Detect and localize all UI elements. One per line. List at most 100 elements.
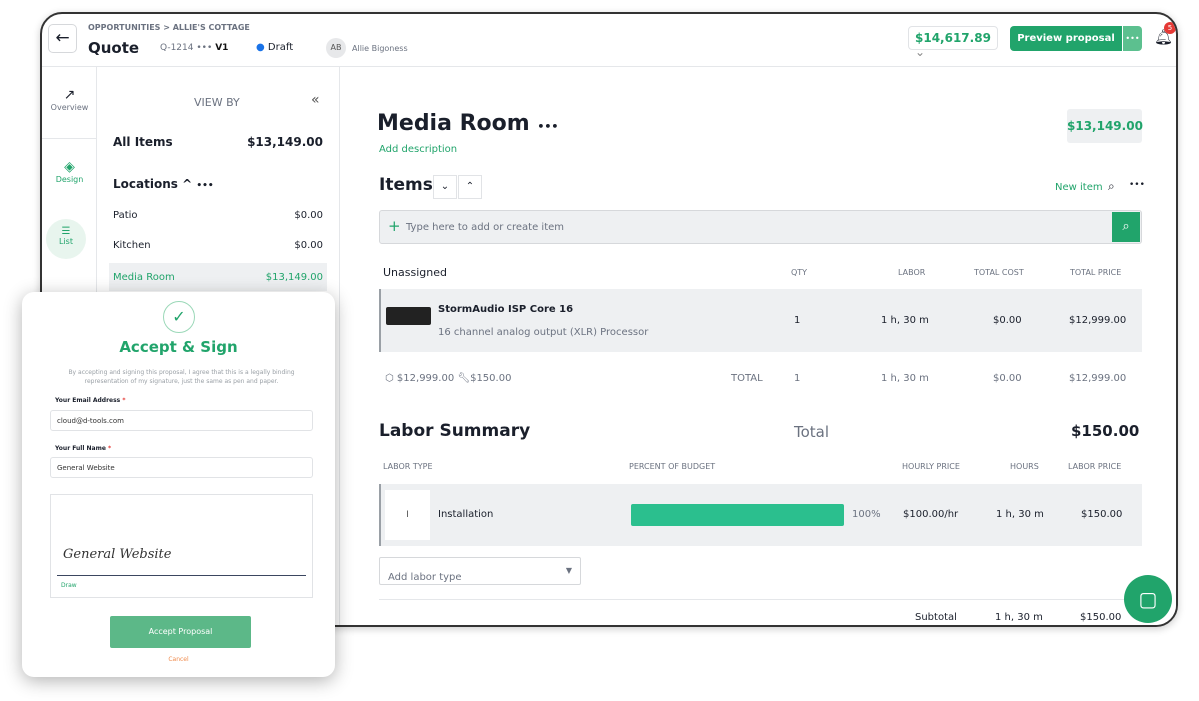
draw-tab[interactable]: Draw	[61, 582, 77, 589]
layers-icon: ◈	[64, 159, 75, 175]
status-dot-icon: ●	[256, 42, 265, 53]
labor-hourly: $100.00/hr	[903, 509, 959, 520]
location-media-room[interactable]: Media Room $13,149.00	[109, 263, 327, 291]
nav-label: Overview	[50, 103, 89, 112]
total-dropdown[interactable]: $14,617.89 ⌄	[908, 26, 998, 59]
location-patio[interactable]: Patio $0.00	[97, 210, 339, 221]
all-items-label: All Items	[113, 135, 173, 149]
room-title-block: Media Room •••	[377, 111, 558, 136]
version: V1	[215, 43, 229, 53]
col-total-price: TOTAL PRICE	[1070, 268, 1122, 277]
email-label: Your Email Address *	[55, 397, 125, 404]
item-labor: 1 h, 30 m	[881, 315, 929, 326]
status-badge: ● Draft	[256, 42, 293, 53]
nav-list[interactable]: ☰ List	[46, 219, 86, 259]
chevron-down-icon: ⌄	[915, 45, 926, 59]
header: ← OPPORTUNITIES > ALLIE'S COTTAGE Quote …	[42, 14, 1176, 67]
location-kitchen[interactable]: Kitchen $0.00	[97, 240, 339, 251]
search-icon[interactable]: ⌕	[1108, 179, 1115, 194]
budget-bar-track	[631, 504, 844, 526]
nav-design[interactable]: ◈ Design	[42, 159, 97, 184]
accept-proposal-button[interactable]: Accept Proposal	[110, 616, 251, 648]
subtotal-hours: 1 h, 30 m	[995, 612, 1043, 623]
all-items-row[interactable]: All Items $13,149.00	[97, 135, 339, 149]
location-value: $0.00	[294, 240, 323, 251]
room-more-button[interactable]: •••	[537, 120, 558, 133]
summary-product: $12,999.00	[396, 373, 455, 384]
item-qty: 1	[794, 315, 801, 326]
budget-bar-fill	[631, 504, 844, 526]
collapse-icon[interactable]: «	[311, 92, 320, 108]
chevron-up-icon[interactable]: ^	[182, 177, 192, 191]
item-name: StormAudio ISP Core 16	[438, 304, 574, 315]
table-row[interactable]: StormAudio ISP Core 16 16 channel analog…	[379, 289, 1142, 352]
divider	[379, 599, 1142, 600]
add-description-link[interactable]: Add description	[379, 144, 457, 155]
group-label: Unassigned	[383, 266, 447, 279]
col-hourly: HOURLY PRICE	[902, 462, 960, 471]
labor-total-value: $150.00	[1071, 422, 1140, 440]
cancel-link[interactable]: Cancel	[22, 656, 335, 663]
expand-all-button[interactable]: ⌄	[433, 175, 457, 199]
col-hours: HOURS	[1010, 462, 1039, 471]
new-item-link[interactable]: New item	[1055, 182, 1103, 193]
back-button[interactable]: ←	[48, 24, 77, 53]
locations-header[interactable]: Locations ^ •••	[113, 177, 214, 191]
locations-more-button[interactable]: •••	[196, 181, 213, 191]
location-name: Media Room	[113, 271, 175, 283]
quote-id: Q-1214 ••• V1	[160, 43, 228, 53]
labor-type-icon: I	[385, 490, 430, 540]
subtotal-label: Subtotal	[915, 612, 957, 623]
col-qty: QTY	[791, 268, 808, 277]
add-item-input[interactable]: + Type here to add or create item ⌕	[379, 210, 1142, 244]
total-value: $14,617.89	[915, 31, 991, 45]
labor-hours: 1 h, 30 m	[996, 509, 1044, 520]
summary-total-label: TOTAL	[731, 373, 763, 384]
required-marker: *	[108, 445, 112, 452]
signature-line	[57, 575, 306, 576]
search-button[interactable]: ⌕	[1112, 212, 1140, 242]
summary-price: $12,999.00	[1069, 373, 1127, 384]
col-labor-price: LABOR PRICE	[1068, 462, 1122, 471]
quote-more-button[interactable]: •••	[196, 43, 212, 53]
list-icon: ☰	[61, 226, 71, 237]
summary-qty: 1	[794, 373, 801, 384]
trend-icon: ↗	[63, 87, 76, 103]
labor-summary-title: Labor Summary	[379, 421, 531, 441]
items-more-button[interactable]: •••	[1129, 180, 1145, 190]
labor-row[interactable]: I Installation 100% $100.00/hr 1 h, 30 m…	[379, 484, 1142, 546]
caret-down-icon: ▼	[565, 566, 572, 575]
room-title: Media Room	[377, 111, 530, 136]
col-labor: LABOR	[898, 268, 926, 277]
full-name-field[interactable]: General Website	[50, 457, 313, 478]
nav-overview[interactable]: ↗ Overview	[42, 87, 97, 139]
preview-more-button[interactable]: •••	[1123, 26, 1142, 51]
room-total-badge: $13,149.00	[1067, 109, 1143, 143]
user-name: Allie Bigoness	[352, 44, 408, 53]
locations-label: Locations	[113, 177, 178, 191]
quote-number: Q-1214	[160, 43, 194, 53]
chat-button[interactable]: ▢	[1124, 575, 1172, 623]
all-items-total: $13,149.00	[247, 135, 323, 149]
notification-badge: 5	[1164, 22, 1176, 34]
signature: General Website	[63, 547, 172, 562]
summary-labor-time: 1 h, 30 m	[881, 373, 929, 384]
name-label: Your Full Name *	[55, 445, 111, 452]
labor-total-label: Total	[794, 423, 830, 441]
email-label-text: Your Email Address	[55, 397, 121, 404]
location-name: Patio	[113, 210, 138, 221]
collapse-all-button[interactable]: ⌃	[458, 175, 482, 199]
main-content: Media Room ••• Add description $13,149.0…	[340, 67, 1176, 625]
avatar: AB	[326, 38, 346, 58]
page-title: Quote	[88, 39, 140, 57]
nav-label: Design	[55, 175, 84, 184]
signature-pad[interactable]: General Website Draw	[50, 494, 313, 598]
location-value: $0.00	[294, 210, 323, 221]
preview-proposal-button[interactable]: Preview proposal	[1010, 26, 1122, 51]
wrench-icon: 🔧︎	[457, 373, 471, 384]
col-percent: PERCENT OF BUDGET	[629, 462, 716, 471]
email-field[interactable]: cloud@d-tools.com	[50, 410, 313, 431]
breadcrumb[interactable]: OPPORTUNITIES > ALLIE'S COTTAGE	[88, 23, 250, 32]
add-labor-type-select[interactable]: Add labor type ▼	[379, 557, 581, 585]
nav-label: List	[59, 237, 73, 246]
